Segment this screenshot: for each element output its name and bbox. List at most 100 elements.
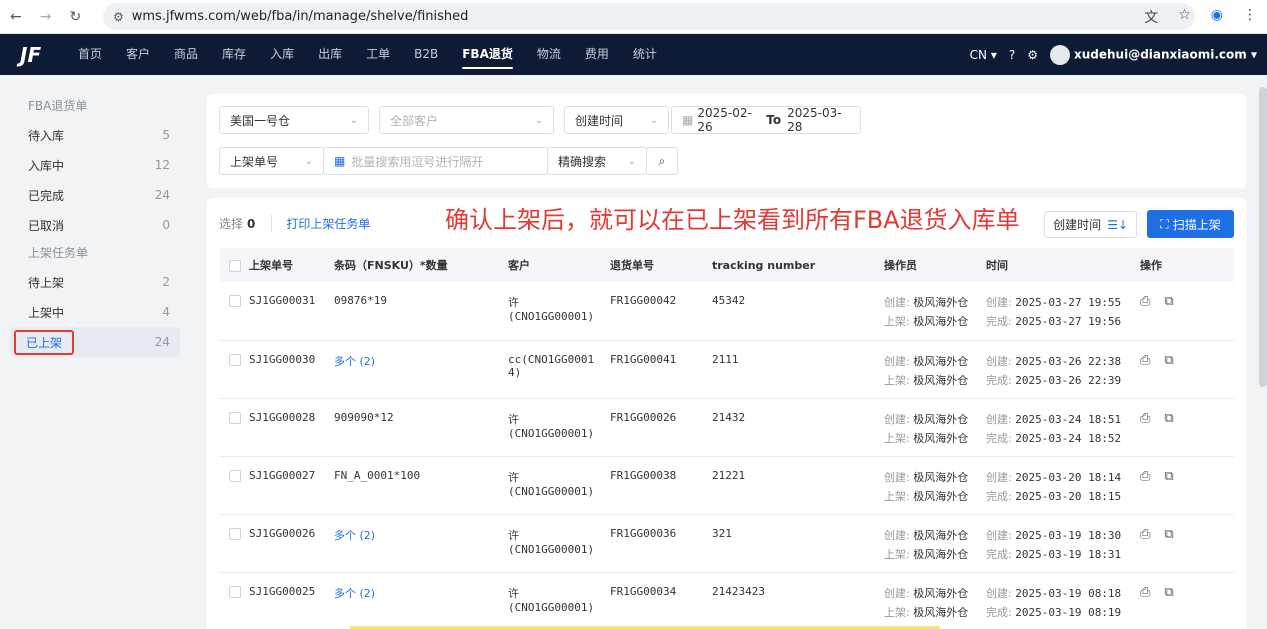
row-checkbox[interactable] [229,585,241,598]
shelve-no[interactable]: SJ1GG00030 [249,353,315,366]
back-icon[interactable]: ← [10,9,22,25]
barcode-qty[interactable]: 多个 (2) [334,587,375,600]
nav-item[interactable]: 工单 [354,34,402,75]
cell-actions: ⎙ ⧉ [1140,282,1234,340]
sidebar-item[interactable]: 已上架 24 [10,327,180,357]
detail-icon[interactable]: ⧉ [1164,469,1173,484]
customer: 许 (CNO1GG00001) [508,528,595,556]
print-icon[interactable]: ⎙ [1140,585,1150,600]
language-select[interactable]: CN ▾ [970,48,997,62]
creator-name: 极风海外仓 [913,354,969,368]
print-icon[interactable]: ⎙ [1140,294,1150,309]
cell-customer: 许 (CNO1GG00001) [508,572,610,629]
shelver-name: 极风海外仓 [913,431,969,445]
shelve-no[interactable]: SJ1GG00027 [249,469,315,482]
nav-item[interactable]: B2B [402,34,450,75]
help-icon[interactable]: ? [1009,48,1015,62]
logo[interactable]: JF [20,44,48,66]
sidebar-item-count: 0 [162,218,170,232]
address-bar[interactable]: ⚙ wms.jfwms.com/web/fba/in/manage/shelve… [103,3,1195,30]
detail-icon[interactable]: ⧉ [1164,411,1173,426]
nav-item[interactable]: FBA退货 [450,34,525,75]
detail-icon[interactable]: ⧉ [1164,585,1173,600]
return-no: FR1GG00034 [610,584,677,598]
sidebar-item[interactable]: 待上架 2 [10,267,180,297]
nav-item[interactable]: 物流 [525,34,573,75]
table-row: SJ1GG00028 909090*12 许 (CNO1GG00001) FR1GG0… [220,398,1234,456]
row-actions: ⎙ ⧉ [1140,411,1234,426]
table-row: SJ1GG00027 FN_A_0001*100 许 (CNO1GG00001) FR… [220,456,1234,514]
nav-item[interactable]: 入库 [258,34,306,75]
site-settings-icon[interactable]: ⚙ [113,10,124,24]
nav-item[interactable]: 商品 [162,34,210,75]
cell-tracking: 2111 [712,340,884,398]
print-icon[interactable]: ⎙ [1140,527,1150,542]
scan-shelve-button[interactable]: ⛶ 扫描上架 [1147,210,1234,238]
detail-icon[interactable]: ⧉ [1164,527,1173,542]
customer-select[interactable]: 全部客户 ⌄ [379,106,554,134]
finished-time: 2025-03-19 18:31 [1015,547,1122,561]
settings-icon[interactable]: ⚙ [1027,48,1038,62]
barcode-qty[interactable]: 多个 (2) [334,355,375,368]
user-menu[interactable]: xudehui@dianxiaomi.com ▾ [1050,44,1257,65]
order-type-select[interactable]: 上架单号 ⌄ [219,147,324,175]
search-button[interactable]: ⌕ [646,147,678,175]
cell-shelve-no: SJ1GG00026 [220,514,334,572]
shelve-no[interactable]: SJ1GG00031 [249,294,315,307]
profile-icon[interactable]: ◉ [1211,7,1223,27]
print-icon[interactable]: ⎙ [1140,469,1150,484]
page-scrollbar[interactable] [1259,87,1267,387]
browser-menu-icon[interactable]: ⋮ [1243,7,1257,27]
nav-item[interactable]: 首页 [66,34,114,75]
cell-barcode: 09876*19 [334,282,508,340]
shelver-name: 极风海外仓 [913,489,969,503]
time-finished: 完成: 2025-03-20 18:15 [986,488,1140,504]
main-nav: 首页 客户 商品 库存 入库 出库 工单 B2B FBA退货 物流 费用 统计 [66,34,669,75]
print-icon[interactable]: ⎙ [1140,411,1150,426]
sidebar-item[interactable]: 已取消 0 [10,210,180,240]
print-icon[interactable]: ⎙ [1140,353,1150,368]
row-checkbox[interactable] [229,353,241,366]
time-type-select[interactable]: 创建时间 ⌄ [564,106,669,134]
sort-select[interactable]: 创建时间 ☰↓ [1044,211,1137,238]
time-created: 创建: 2025-03-24 18:51 [986,411,1140,427]
sidebar-item[interactable]: 入库中 12 [10,150,180,180]
batch-search-input[interactable]: ▦ 批量搜索用逗号进行隔开 [323,147,548,175]
cell-time: 创建: 2025-03-20 18:14 完成: 2025-03-20 18:15 [986,456,1140,514]
search-mode-select[interactable]: 精确搜索 ⌄ [547,147,647,175]
reload-icon[interactable]: ↻ [69,9,81,25]
row-actions: ⎙ ⧉ [1140,469,1234,484]
nav-item[interactable]: 统计 [621,34,669,75]
row-checkbox[interactable] [229,295,241,307]
print-task-button[interactable]: 打印上架任务单 [271,214,370,232]
sidebar-item[interactable]: 已完成 24 [10,180,180,210]
cell-barcode: 多个 (2) [334,514,508,572]
return-no: FR1GG00026 [610,410,677,424]
barcode-qty[interactable]: 多个 (2) [334,529,375,542]
detail-icon[interactable]: ⧉ [1164,294,1173,309]
shelve-no[interactable]: SJ1GG00028 [249,411,315,424]
nav-item[interactable]: 客户 [114,34,162,75]
bookmark-star-icon[interactable]: ☆ [1178,7,1191,27]
translate-icon[interactable]: 文 [1144,7,1158,27]
nav-item[interactable]: 费用 [573,34,621,75]
time-created: 创建: 2025-03-26 22:38 [986,353,1140,369]
warehouse-select[interactable]: 美国一号仓 ⌄ [219,106,369,134]
cell-shelve-no: SJ1GG00031 [220,282,334,340]
chevron-down-icon: ⌄ [304,155,313,167]
nav-item[interactable]: 库存 [210,34,258,75]
select-all-checkbox[interactable] [229,260,241,272]
shelve-no[interactable]: SJ1GG00025 [249,585,315,598]
row-checkbox[interactable] [229,411,241,424]
column-header: tracking number [712,248,884,282]
sidebar-item[interactable]: 待入库 5 [10,120,180,150]
column-header-label: 时间 [986,259,1008,272]
nav-item[interactable]: 出库 [306,34,354,75]
date-range-picker[interactable]: ▦ 2025-02-26 To 2025-03-28 [671,106,861,134]
row-checkbox[interactable] [229,527,241,540]
forward-icon[interactable]: → [40,9,52,25]
detail-icon[interactable]: ⧉ [1164,353,1173,368]
sidebar-item[interactable]: 上架中 4 [10,297,180,327]
row-checkbox[interactable] [229,469,241,482]
shelve-no[interactable]: SJ1GG00026 [249,527,315,540]
